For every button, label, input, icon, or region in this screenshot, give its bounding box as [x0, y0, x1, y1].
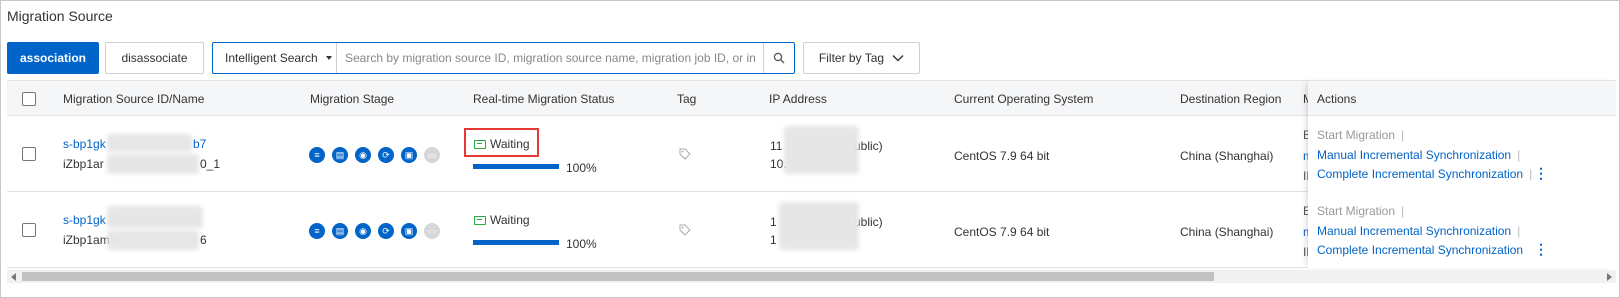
migration-source-name-tail: 0_1 [200, 157, 221, 171]
manual-incremental-sync-action[interactable]: Manual Incremental Synchronization | [1317, 224, 1520, 238]
search-button[interactable] [763, 43, 794, 73]
migration-stage-icons: ≡ ▤ ◉ ⟳ ▣ ▭ [309, 223, 440, 239]
scrollbar-thumb[interactable] [22, 272, 1214, 281]
actions-header: Actions [1308, 80, 1616, 116]
redacted-ip [784, 126, 859, 174]
col-migration-source: Migration Source ID/Name [63, 92, 205, 106]
manual-incremental-sync-action[interactable]: Manual Incremental Synchronization | [1317, 148, 1520, 162]
redacted-id [107, 134, 192, 152]
tag-icon[interactable] [679, 148, 691, 160]
current-os: CentOS 7.9 64 bit [954, 225, 1050, 239]
stage-transfer-icon[interactable]: ◉ [355, 147, 371, 163]
ip-address-line1: 11 [770, 139, 783, 153]
status-text: Waiting [490, 213, 530, 227]
start-migration-action: Start Migration | [1317, 128, 1405, 142]
stage-image-icon[interactable]: ▣ [401, 223, 417, 239]
scroll-right-arrow-icon[interactable] [1607, 273, 1612, 281]
stage-pending-icon: ▭ [424, 147, 440, 163]
migration-source-id-tail[interactable]: b7 [193, 137, 206, 151]
progress-bar [473, 164, 559, 169]
search-box: Intelligent Search [212, 42, 795, 74]
search-icon [773, 52, 785, 64]
destination-region: China (Shanghai) [1180, 225, 1274, 239]
more-vertical-icon[interactable]: ⋮ [1534, 242, 1548, 256]
search-type-label: Intelligent Search [225, 51, 318, 65]
current-os: CentOS 7.9 64 bit [954, 149, 1050, 163]
highlight-box [464, 128, 539, 157]
search-type-select[interactable]: Intelligent Search [213, 43, 337, 73]
waiting-icon [474, 215, 486, 225]
redacted-id [107, 206, 203, 228]
status-waiting: Waiting [474, 213, 530, 227]
complete-incremental-sync-action[interactable]: Complete Incremental Synchronization | [1317, 167, 1532, 181]
disassociate-button[interactable]: disassociate [105, 42, 204, 74]
migration-source-id-link[interactable]: s-bp1gk [63, 137, 106, 151]
row-checkbox[interactable] [22, 223, 36, 237]
horizontal-scrollbar[interactable] [7, 270, 1616, 283]
redacted-name [107, 154, 199, 174]
progress-percent: 100% [566, 237, 597, 251]
redacted-name [107, 230, 199, 250]
row-checkbox[interactable] [22, 147, 36, 161]
association-button[interactable]: association [7, 42, 99, 74]
caret-down-icon [325, 56, 332, 60]
col-destination-region: Destination Region [1180, 92, 1282, 106]
ip-address-line2: 1 [770, 233, 777, 247]
col-actions: Actions [1317, 92, 1357, 106]
migration-source-name: iZbp1ar [63, 157, 104, 171]
stage-sync-icon[interactable]: ⟳ [378, 147, 394, 163]
filter-by-tag-label: Filter by Tag [818, 51, 885, 65]
search-input[interactable] [337, 44, 763, 72]
filter-by-tag-button[interactable]: Filter by Tag [803, 42, 920, 74]
complete-incremental-sync-action[interactable]: Complete Incremental Synchronization [1317, 243, 1523, 257]
toolbar: association disassociate Intelligent Sea… [7, 42, 920, 74]
destination-region: China (Shanghai) [1180, 149, 1274, 163]
migration-source-id-link[interactable]: s-bp1gk [63, 213, 106, 227]
stage-image-icon[interactable]: ▣ [401, 147, 417, 163]
progress-percent: 100% [566, 161, 597, 175]
stage-check-icon[interactable]: ≡ [309, 147, 325, 163]
col-tag: Tag [677, 92, 697, 106]
scroll-left-arrow-icon[interactable] [11, 273, 16, 281]
actions-column: Actions Start Migration | Manual Incremen… [1308, 80, 1616, 268]
col-realtime-status: Real-time Migration Status [473, 92, 615, 106]
chevron-down-icon [892, 55, 904, 62]
col-current-os: Current Operating System [954, 92, 1094, 106]
stage-config-icon[interactable]: ▤ [332, 223, 348, 239]
stage-pending-icon: ▭ [424, 223, 440, 239]
col-migration-stage: Migration Stage [310, 92, 395, 106]
redacted-ip [779, 202, 859, 250]
stage-sync-icon[interactable]: ⟳ [378, 223, 394, 239]
tag-icon[interactable] [679, 224, 691, 236]
stage-transfer-icon[interactable]: ◉ [355, 223, 371, 239]
ip-address-line1: 1 [770, 215, 777, 229]
migration-source-table: Migration Source ID/Name Migration Stage… [7, 80, 1616, 268]
migration-source-name: iZbp1am [63, 233, 110, 247]
more-vertical-icon[interactable]: ⋮ [1534, 166, 1548, 180]
select-all-checkbox[interactable] [22, 92, 36, 106]
migration-source-name-tail: 6 [200, 233, 207, 247]
start-migration-action: Start Migration | [1317, 204, 1405, 218]
stage-check-icon[interactable]: ≡ [309, 223, 325, 239]
page-title: Migration Source [7, 8, 113, 24]
stage-config-icon[interactable]: ▤ [332, 147, 348, 163]
progress-bar [473, 240, 559, 245]
migration-stage-icons: ≡ ▤ ◉ ⟳ ▣ ▭ [309, 147, 440, 163]
col-ip-address: IP Address [769, 92, 827, 106]
